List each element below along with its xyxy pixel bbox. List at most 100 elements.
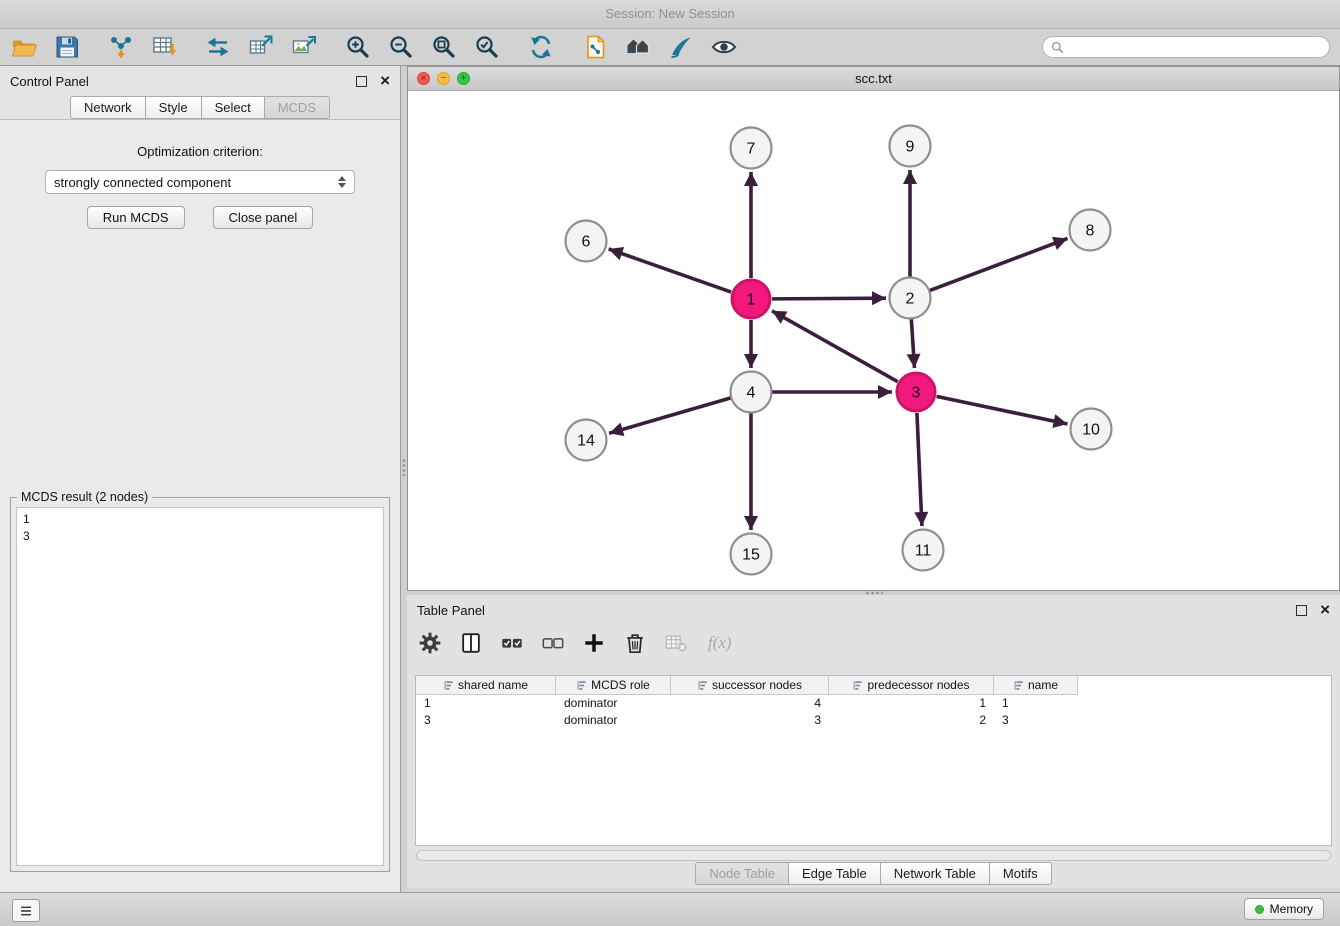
minimize-window-icon[interactable] (437, 72, 450, 85)
node-label: 15 (742, 547, 760, 564)
select-all-button[interactable] (499, 630, 525, 656)
gear-button[interactable] (417, 630, 443, 656)
table-disabled-button[interactable] (663, 630, 689, 656)
node-14[interactable]: 14 (566, 420, 607, 461)
zoom-selected-button[interactable] (473, 33, 501, 61)
eye-button[interactable] (710, 33, 738, 61)
column-header-predecessor-nodes[interactable]: predecessor nodes (829, 676, 994, 695)
table-cell[interactable]: 1 (994, 695, 1078, 712)
node-1[interactable]: 1 (732, 280, 770, 318)
edge-2-3[interactable] (911, 319, 914, 368)
float-panel-icon[interactable] (356, 76, 367, 87)
tab-node-table[interactable]: Node Table (695, 862, 789, 885)
node-11[interactable]: 11 (903, 530, 944, 571)
table-cell[interactable]: 3 (416, 712, 556, 729)
node-15[interactable]: 15 (731, 534, 772, 575)
column-header-successor-nodes[interactable]: successor nodes (671, 676, 829, 695)
zoom-in-button[interactable] (344, 33, 372, 61)
edge-4-14[interactable] (609, 398, 731, 433)
network-window-title: scc.txt (855, 71, 892, 86)
table-cell[interactable]: dominator (556, 695, 671, 712)
node-7[interactable]: 7 (731, 128, 772, 169)
table-row[interactable]: 3dominator323 (416, 712, 1331, 729)
table-horizontal-scrollbar[interactable] (416, 850, 1331, 861)
function-builder-button[interactable]: f(x) (708, 633, 732, 653)
close-table-panel-icon[interactable] (1320, 603, 1330, 618)
criterion-select[interactable]: strongly connected component (45, 170, 355, 194)
add-row-button[interactable] (581, 630, 607, 656)
delete-row-icon (623, 631, 647, 655)
zoom-window-icon[interactable] (457, 72, 470, 85)
node-label: 9 (906, 139, 915, 156)
import-network-button[interactable] (107, 33, 135, 61)
tab-select[interactable]: Select (202, 96, 265, 119)
export-network-button[interactable] (204, 33, 232, 61)
table-toolbar: f(x) (417, 625, 732, 661)
tab-motifs[interactable]: Motifs (990, 862, 1052, 885)
edge-1-6[interactable] (609, 249, 732, 292)
node-3[interactable]: 3 (897, 373, 935, 411)
tab-network[interactable]: Network (70, 96, 146, 119)
zoom-fit-button[interactable] (430, 33, 458, 61)
table-cell[interactable]: 2 (829, 712, 994, 729)
node-4[interactable]: 4 (731, 372, 772, 413)
column-header-label: name (1028, 678, 1058, 692)
window-titlebar[interactable]: Session: New Session (0, 0, 1340, 29)
node-8[interactable]: 8 (1070, 210, 1111, 251)
column-header-name[interactable]: name (994, 676, 1078, 695)
save-button[interactable] (53, 33, 81, 61)
split-columns-button[interactable] (458, 630, 484, 656)
export-image-button[interactable] (290, 33, 318, 61)
close-panel-button[interactable]: Close panel (213, 206, 314, 229)
memory-button[interactable]: Memory (1244, 898, 1324, 920)
first-neighbors-button[interactable] (581, 33, 609, 61)
paint-button[interactable] (667, 33, 695, 61)
table-cell[interactable]: dominator (556, 712, 671, 729)
table-cell[interactable]: 1 (416, 695, 556, 712)
edge-2-8[interactable] (930, 238, 1068, 290)
column-header-shared-name[interactable]: shared name (416, 676, 556, 695)
table-row[interactable]: 1dominator411 (416, 695, 1331, 712)
close-window-icon[interactable] (417, 72, 430, 85)
table-cell[interactable]: 4 (671, 695, 829, 712)
column-flag-icon (1013, 680, 1024, 691)
float-table-panel-icon[interactable] (1296, 605, 1307, 616)
node-10[interactable]: 10 (1071, 409, 1112, 450)
tab-edge-table[interactable]: Edge Table (789, 862, 881, 885)
table-cell[interactable]: 3 (671, 712, 829, 729)
network-canvas[interactable]: 7 9 6 8 1 2 4 3 14 10 15 11 (408, 91, 1339, 590)
edge-3-11[interactable] (917, 413, 922, 526)
edge-1-2[interactable] (772, 298, 886, 299)
node-9[interactable]: 9 (890, 126, 931, 167)
mcds-buttons-row: Run MCDS Close panel (0, 206, 400, 229)
status-bar: Memory (0, 892, 1340, 926)
node-6[interactable]: 6 (566, 221, 607, 262)
gear-icon (418, 631, 442, 655)
open-folder-button[interactable] (10, 33, 38, 61)
edge-3-1[interactable] (772, 311, 898, 382)
edge-3-10[interactable] (937, 396, 1068, 424)
close-panel-icon[interactable] (380, 74, 390, 89)
mcds-result-text[interactable]: 1 3 (16, 507, 384, 866)
task-history-button[interactable] (12, 899, 40, 922)
network-window-titlebar[interactable]: scc.txt (408, 67, 1339, 91)
table-cell[interactable]: 3 (994, 712, 1078, 729)
table-cell[interactable]: 1 (829, 695, 994, 712)
network-graph[interactable]: 7 9 6 8 1 2 4 3 14 10 15 11 (408, 91, 1339, 591)
zoom-out-button[interactable] (387, 33, 415, 61)
column-header-MCDS-role[interactable]: MCDS role (556, 676, 671, 695)
tab-network-table[interactable]: Network Table (881, 862, 990, 885)
tab-style[interactable]: Style (146, 96, 202, 119)
export-table-button[interactable] (247, 33, 275, 61)
import-table-button[interactable] (150, 33, 178, 61)
tab-mcds[interactable]: MCDS (265, 96, 330, 119)
search-field[interactable] (1042, 36, 1330, 58)
node-2[interactable]: 2 (890, 278, 931, 319)
deselect-all-button[interactable] (540, 630, 566, 656)
refresh-button[interactable] (527, 33, 555, 61)
home-button[interactable] (624, 33, 652, 61)
delete-row-button[interactable] (622, 630, 648, 656)
search-input[interactable] (1070, 39, 1322, 55)
select-all-icon (500, 631, 524, 655)
run-mcds-button[interactable]: Run MCDS (87, 206, 185, 229)
